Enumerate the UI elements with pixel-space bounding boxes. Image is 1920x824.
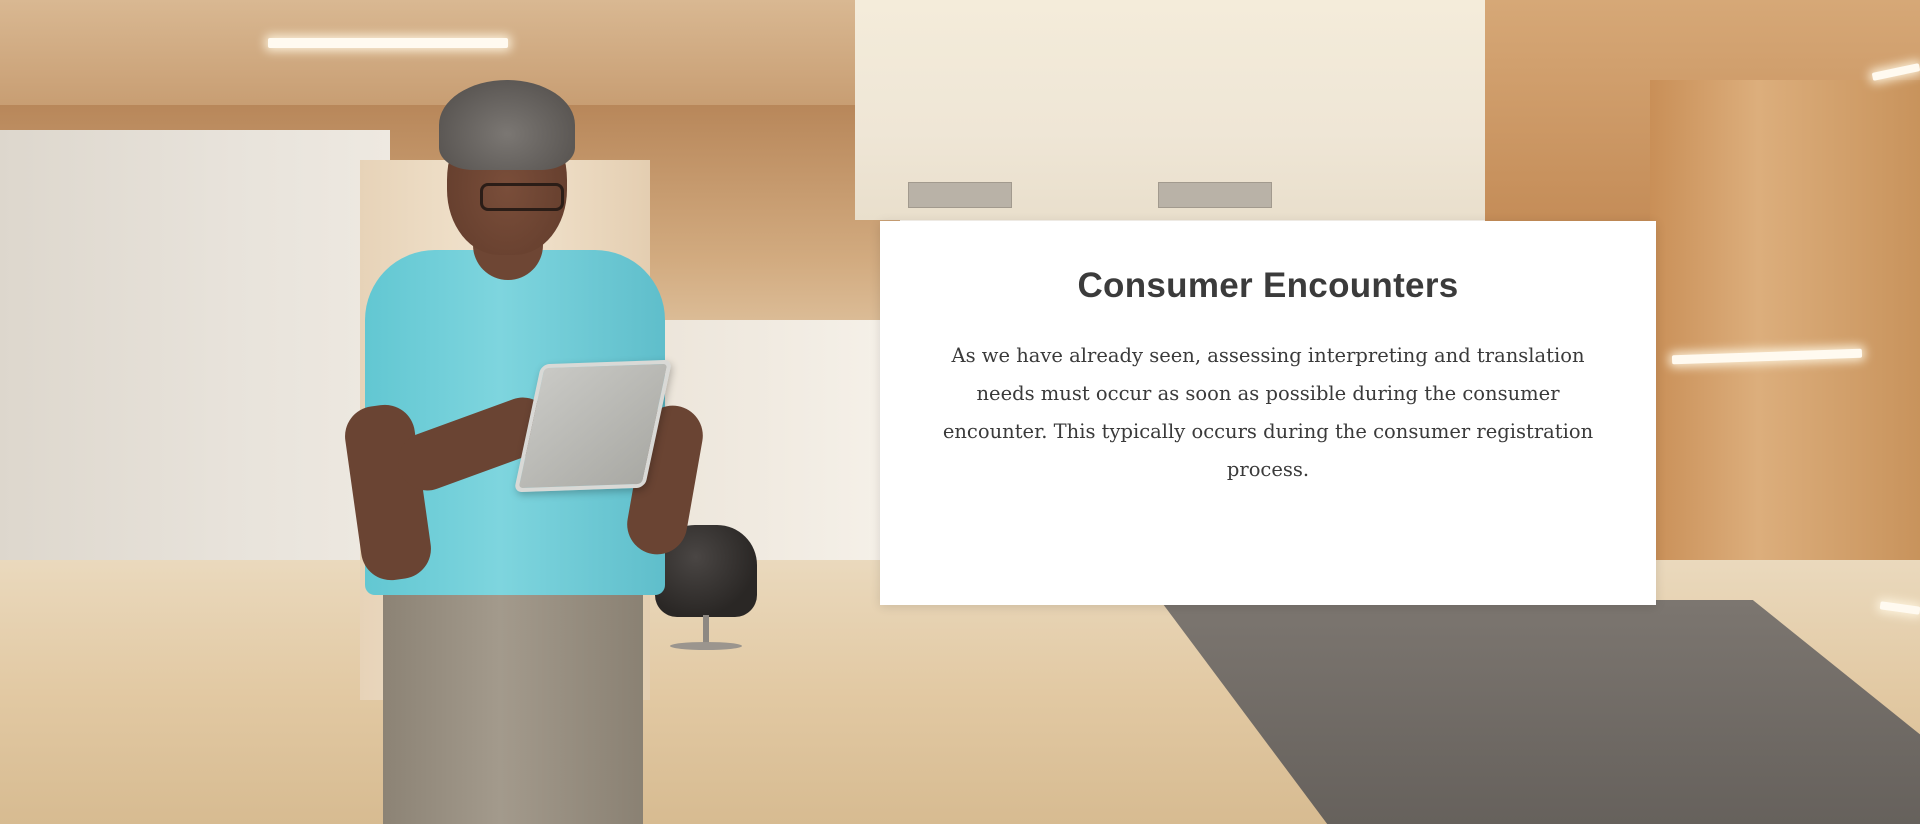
ceiling-vent: [1158, 182, 1272, 208]
card-title: Consumer Encounters: [1077, 266, 1459, 305]
content-card: Consumer Encounters As we have already s…: [880, 221, 1656, 605]
trousers: [383, 580, 643, 824]
slide-stage: Consumer Encounters As we have already s…: [0, 0, 1920, 824]
card-body-text: As we have already seen, assessing inter…: [942, 344, 1594, 481]
ceiling-light-strip: [268, 38, 508, 48]
glasses: [480, 183, 564, 211]
ceiling-vent: [908, 182, 1012, 208]
hair: [439, 80, 575, 170]
